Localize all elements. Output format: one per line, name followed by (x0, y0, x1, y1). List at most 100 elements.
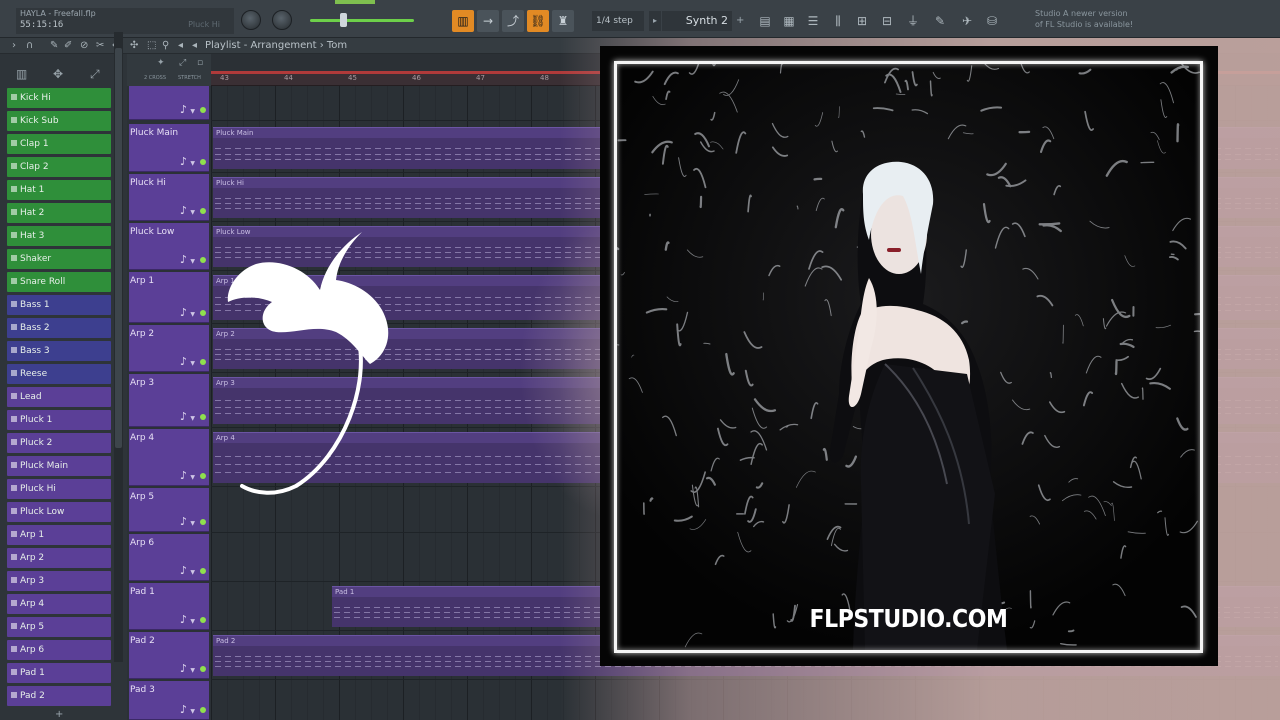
chevron-down-icon[interactable]: ▼ (190, 618, 195, 625)
snap-step-select[interactable]: 1/4 step (592, 11, 644, 31)
track-header[interactable]: Arp 2 ♪ ▼ (129, 325, 209, 372)
browser-icon[interactable]: ⊞ (852, 10, 872, 32)
picker-add-button[interactable]: + (55, 709, 63, 720)
chevron-down-icon[interactable]: ▼ (190, 258, 195, 265)
note-icon[interactable]: ♪ (180, 155, 187, 168)
note-icon[interactable]: ♪ (180, 662, 187, 675)
track-header[interactable]: Arp 1 ♪ ▼ (129, 272, 209, 323)
slice-icon[interactable]: ✣ (130, 38, 138, 54)
track-enable-led[interactable] (200, 414, 206, 420)
track-enable-led[interactable] (200, 208, 206, 214)
pattern-item[interactable]: Arp 2 (7, 548, 111, 568)
pattern-select[interactable]: Synth 2 (662, 11, 732, 31)
master-slider-handle[interactable] (340, 13, 347, 27)
pattern-item[interactable]: Lead (7, 387, 111, 407)
pattern-item[interactable]: Shaker (7, 249, 111, 269)
master-volume-knob[interactable] (241, 10, 261, 30)
track-enable-led[interactable] (200, 617, 206, 623)
track-enable-led[interactable] (200, 359, 206, 365)
brush-icon[interactable]: ✐ (64, 38, 72, 54)
track-header[interactable]: Pluck Low ♪ ▼ (129, 223, 209, 270)
pattern-item[interactable]: Bass 2 (7, 318, 111, 338)
track-header[interactable]: Pad 1 ♪ ▼ (129, 583, 209, 630)
track-enable-led[interactable] (200, 519, 206, 525)
track-header[interactable]: Pad 2 ♪ ▼ (129, 632, 209, 679)
track-header[interactable]: Pluck Hi ♪ ▼ (129, 174, 209, 221)
pattern-item[interactable]: Kick Sub (7, 111, 111, 131)
playlist-icon[interactable]: ▤ (755, 10, 775, 32)
track-enable-led[interactable] (200, 257, 206, 263)
pattern-item[interactable]: Clap 1 (7, 134, 111, 154)
pattern-item[interactable]: Arp 5 (7, 617, 111, 637)
window-menu-icon[interactable]: ◂ (192, 38, 197, 54)
note-icon[interactable]: ♪ (180, 613, 187, 626)
pencil-icon[interactable]: ✎ (50, 38, 58, 54)
master-pitch-knob[interactable] (272, 10, 292, 30)
pattern-item[interactable]: Pluck 1 (7, 410, 111, 430)
note-icon[interactable]: ♪ (180, 204, 187, 217)
note-icon[interactable]: ♪ (180, 355, 187, 368)
chevron-down-icon[interactable]: ▼ (190, 160, 195, 167)
magnet-icon[interactable]: ∩ (26, 38, 33, 54)
wrench-icon[interactable]: ✎ (930, 10, 950, 32)
playback-icon[interactable]: ◂ (178, 38, 183, 54)
pattern-item[interactable]: Bass 3 (7, 341, 111, 361)
pattern-item[interactable]: Pad 2 (7, 686, 111, 706)
pattern-item[interactable]: Pluck 2 (7, 433, 111, 453)
note-icon[interactable]: ♪ (180, 564, 187, 577)
note-icon[interactable]: ♪ (180, 410, 187, 423)
shop-icon[interactable]: ⛁ (982, 10, 1002, 32)
automation-icon[interactable]: ⤢ (90, 67, 100, 82)
pattern-item[interactable]: Arp 4 (7, 594, 111, 614)
pattern-item[interactable]: Pluck Hi (7, 479, 111, 499)
arrow-right-icon[interactable]: → (477, 10, 499, 32)
pattern-add-button[interactable]: + (736, 11, 746, 31)
chevron-down-icon[interactable]: ▼ (190, 209, 195, 216)
link-icon[interactable]: ⛓ (527, 10, 549, 32)
chevron-down-icon[interactable]: ▼ (190, 108, 195, 115)
mixer-icon[interactable]: ⫼ (828, 10, 848, 32)
note-icon[interactable]: ♪ (180, 703, 187, 716)
pattern-item[interactable]: Hat 1 (7, 180, 111, 200)
pattern-item[interactable]: Bass 1 (7, 295, 111, 315)
pattern-prev-icon[interactable]: ▸ (649, 11, 661, 31)
track-header[interactable]: Pluck Main ♪ ▼ (129, 124, 209, 172)
curve-icon[interactable]: ⤴ (502, 10, 524, 32)
square-icon[interactable]: ▫ (197, 58, 203, 68)
track-enable-led[interactable] (200, 310, 206, 316)
picker-scrollbar-thumb[interactable] (115, 48, 122, 448)
track-header[interactable]: Arp 6 ♪ ▼ (129, 534, 209, 581)
track-header[interactable]: Arp 5 ♪ ▼ (129, 488, 209, 532)
master-slider-track[interactable] (310, 19, 414, 22)
pattern-item[interactable]: Arp 3 (7, 571, 111, 591)
tempo-icon[interactable]: ✈ (957, 10, 977, 32)
piano-icon[interactable]: ▥ (16, 67, 27, 81)
pattern-item[interactable]: Reese (7, 364, 111, 384)
channel-rack-icon[interactable]: ☰ (803, 10, 823, 32)
piano-roll-icon[interactable]: ▦ (779, 10, 799, 32)
pattern-item[interactable]: Pad 1 (7, 663, 111, 683)
track-header[interactable]: Arp 4 ♪ ▼ (129, 429, 209, 486)
audio-clip-icon[interactable]: ✥ (53, 67, 63, 81)
select-icon[interactable]: ⬚ (147, 38, 156, 54)
chevron-down-icon[interactable]: ▼ (190, 415, 195, 422)
pattern-item[interactable]: Snare Roll (7, 272, 111, 292)
chevron-down-icon[interactable]: ▼ (190, 311, 195, 318)
metronome-icon[interactable]: ♜ (552, 10, 574, 32)
pattern-item[interactable]: Hat 3 (7, 226, 111, 246)
note-icon[interactable]: ♪ (180, 515, 187, 528)
plug-icon[interactable]: ⏚ (903, 10, 923, 32)
play-arrow-icon[interactable]: › (12, 38, 16, 54)
delete-icon[interactable]: ⊘ (80, 38, 88, 54)
chevron-down-icon[interactable]: ▼ (190, 708, 195, 715)
track-header[interactable]: Pad 3 ♪ ▼ (129, 681, 209, 720)
typing-keyboard-button[interactable]: ▥ (452, 10, 474, 32)
chevron-down-icon[interactable]: ▼ (190, 569, 195, 576)
note-icon[interactable]: ♪ (180, 306, 187, 319)
pattern-item[interactable]: Clap 2 (7, 157, 111, 177)
pattern-item[interactable]: Pluck Main (7, 456, 111, 476)
track-header[interactable]: Arp 3 ♪ ▼ (129, 374, 209, 427)
track-enable-led[interactable] (200, 159, 206, 165)
waveform-icon[interactable]: ✦ (157, 58, 165, 68)
pattern-item[interactable]: Pluck Low (7, 502, 111, 522)
